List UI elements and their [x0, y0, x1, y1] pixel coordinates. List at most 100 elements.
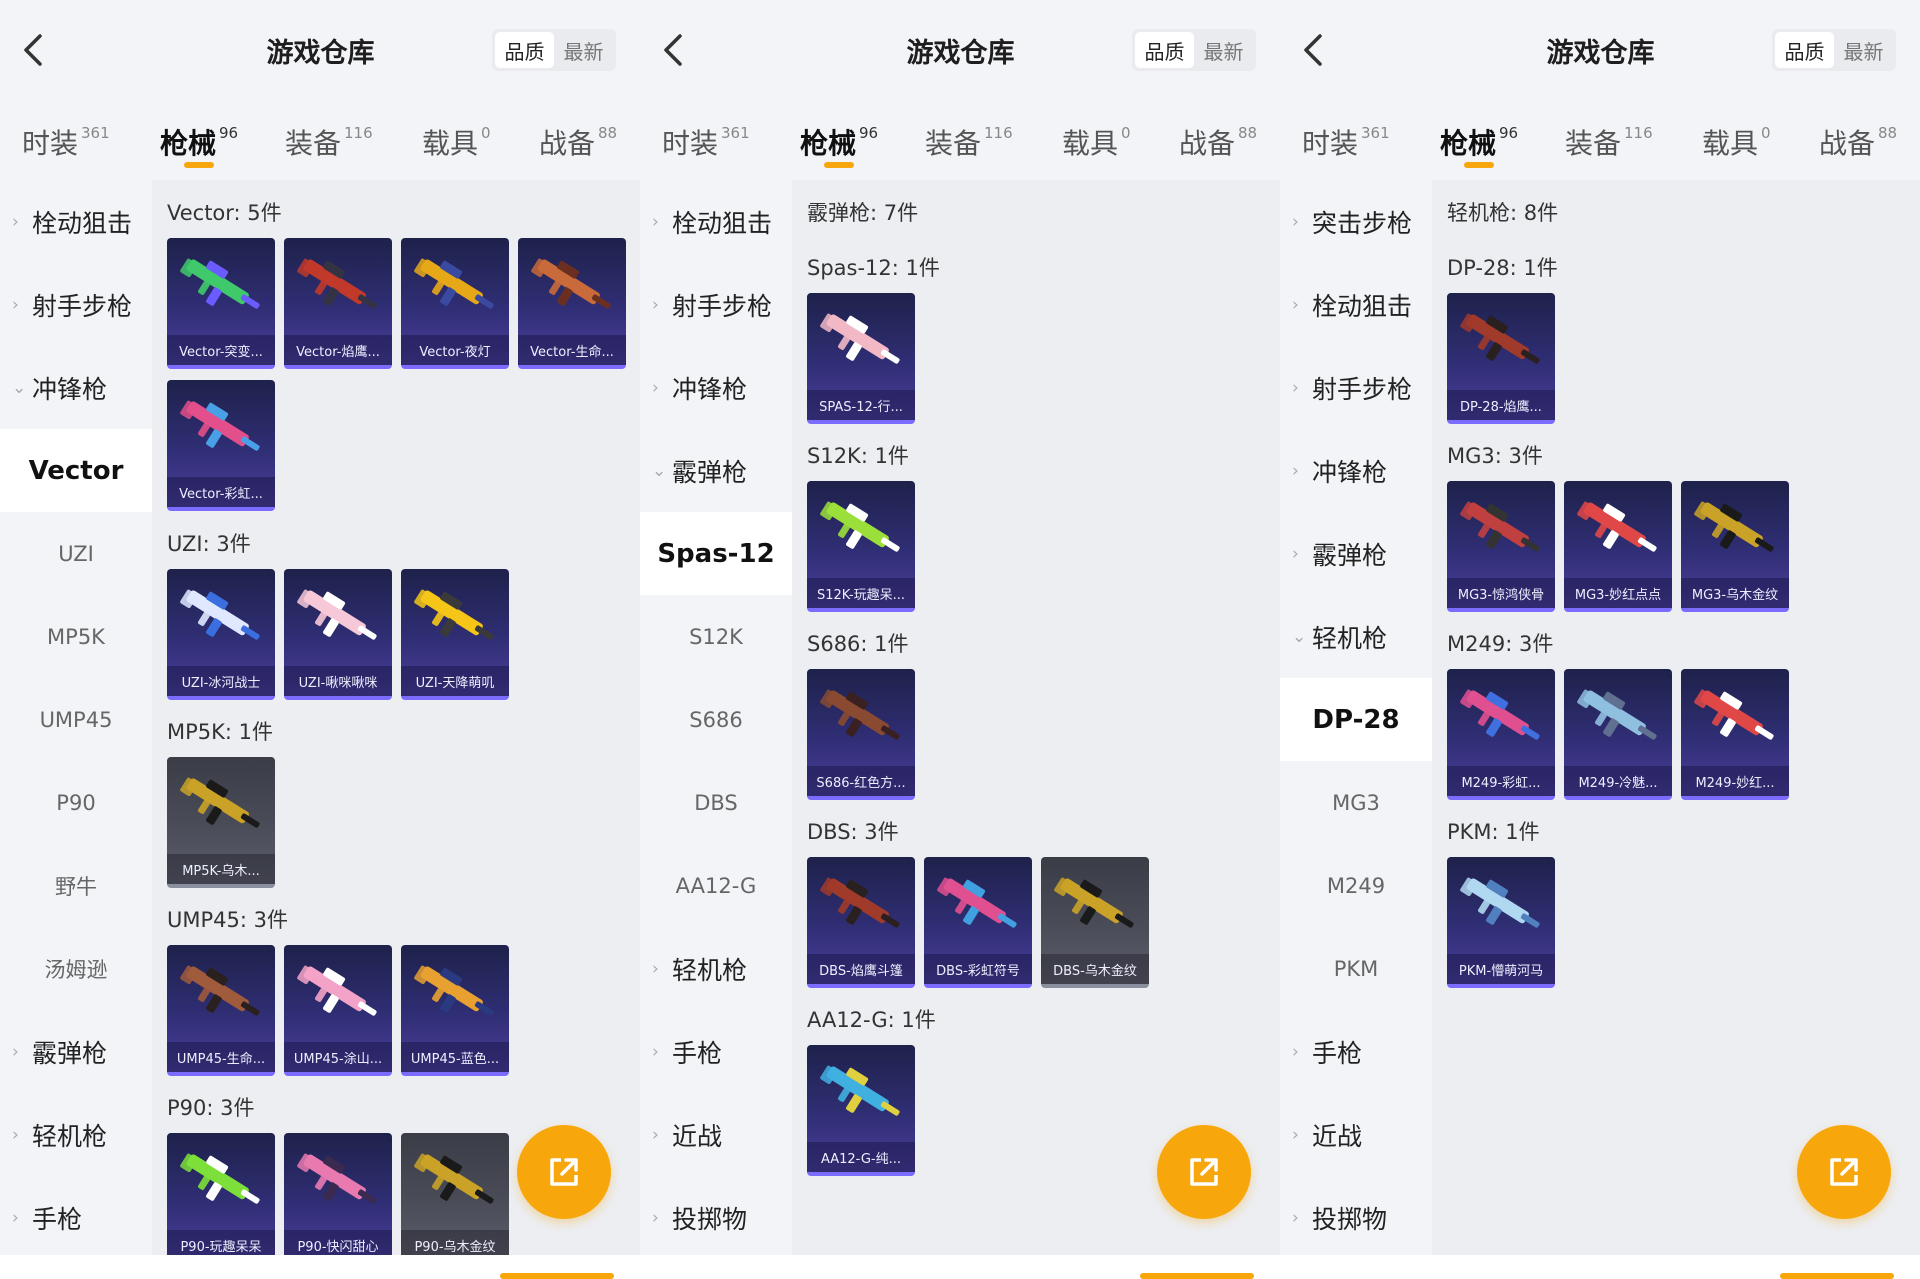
tab-guns[interactable]: 枪械 96	[1440, 122, 1518, 162]
sidebar-item-throwable[interactable]: › 投掷物	[640, 1176, 792, 1259]
item-card[interactable]: P90-快闪甜心	[284, 1133, 392, 1255]
sidebar-item-bolt-sniper[interactable]: › 栓动狙击	[640, 180, 792, 263]
sidebar-item-marksman-rifle[interactable]: › 射手步枪	[640, 263, 792, 346]
item-card[interactable]: SPAS-12-行...	[807, 293, 915, 424]
sidebar-item-pkm[interactable]: PKM	[1280, 927, 1432, 1010]
sidebar-item-vector[interactable]: Vector	[0, 429, 152, 512]
item-card[interactable]: DP-28-焰鹰...	[1447, 293, 1555, 424]
sidebar-item-label: 栓动狙击	[672, 208, 773, 238]
item-card[interactable]: PKM-懵萌河马	[1447, 857, 1555, 988]
tab-fashion[interactable]: 时装 361	[1302, 122, 1390, 162]
sidebar-item-p90[interactable]: P90	[0, 761, 152, 844]
item-card[interactable]: Vector-生命...	[518, 238, 626, 369]
sidebar-item-smg[interactable]: › 冲锋枪	[640, 346, 792, 429]
sidebar-item-dp28[interactable]: DP-28	[1280, 678, 1432, 761]
sidebar-item-label: 栓动狙击	[32, 208, 133, 238]
sort-by-quality-button[interactable]: 品质	[1775, 32, 1834, 68]
tab-supplies[interactable]: 战备 88	[1819, 122, 1897, 162]
item-card[interactable]: UMP45-生命...	[167, 945, 275, 1076]
sidebar-item-marksman-rifle[interactable]: › 射手步枪	[0, 263, 152, 346]
item-card[interactable]: Vector-夜灯	[401, 238, 509, 369]
item-card[interactable]: MG3-妙红点点	[1564, 481, 1672, 612]
item-card[interactable]: DBS-焰鹰斗篷	[807, 857, 915, 988]
item-card[interactable]: UZI-啾咪啾咪	[284, 569, 392, 700]
item-card[interactable]: P90-玩趣呆呆	[167, 1133, 275, 1255]
section-header: 轻机枪: 8件	[1447, 201, 1559, 225]
item-card[interactable]: S12K-玩趣呆...	[807, 481, 915, 612]
tab-vehicles[interactable]: 载具 0	[1062, 122, 1131, 162]
item-card[interactable]: UMP45-涂山...	[284, 945, 392, 1076]
tab-fashion[interactable]: 时装 361	[662, 122, 750, 162]
tab-guns[interactable]: 枪械 96	[800, 122, 878, 162]
sidebar-item-mp5k[interactable]: MP5K	[0, 595, 152, 678]
item-card[interactable]: P90-乌木金纹	[401, 1133, 509, 1255]
sidebar-item-aa12g[interactable]: AA12-G	[640, 844, 792, 927]
sidebar-item-marksman-rifle[interactable]: › 射手步枪	[1280, 346, 1432, 429]
tab-count: 116	[1624, 124, 1653, 142]
tab-guns[interactable]: 枪械 96	[160, 122, 238, 162]
sort-by-newest-button[interactable]: 最新	[1834, 32, 1893, 68]
sidebar-item-thompson[interactable]: 汤姆逊	[0, 927, 152, 1010]
sidebar-item-lmg[interactable]: ⌄ 轻机枪	[1280, 595, 1432, 678]
item-card[interactable]: Vector-焰鹰...	[284, 238, 392, 369]
share-button[interactable]	[1157, 1125, 1251, 1219]
sidebar-item-lmg[interactable]: › 轻机枪	[0, 1093, 152, 1176]
sidebar-item-smg[interactable]: › 冲锋枪	[1280, 429, 1432, 512]
sidebar-item-smg[interactable]: ⌄ 冲锋枪	[0, 346, 152, 429]
item-card[interactable]: Vector-突变...	[167, 238, 275, 369]
share-button[interactable]	[517, 1125, 611, 1219]
sidebar-item-uzi[interactable]: UZI	[0, 512, 152, 595]
sidebar-item-s686[interactable]: S686	[640, 678, 792, 761]
sidebar-item-melee[interactable]: › 近战	[1280, 1093, 1432, 1176]
item-card[interactable]: M249-冷魅...	[1564, 669, 1672, 800]
sort-by-newest-button[interactable]: 最新	[1194, 32, 1253, 68]
sidebar-item-m249[interactable]: M249	[1280, 844, 1432, 927]
item-card[interactable]: Vector-彩虹...	[167, 380, 275, 511]
sort-by-quality-button[interactable]: 品质	[495, 32, 554, 68]
sort-by-newest-button[interactable]: 最新	[554, 32, 613, 68]
sidebar-item-ump45[interactable]: UMP45	[0, 678, 152, 761]
item-card[interactable]: UMP45-蓝色...	[401, 945, 509, 1076]
sidebar-item-pistol[interactable]: › 手枪	[640, 1010, 792, 1093]
item-card[interactable]: M249-妙红...	[1681, 669, 1789, 800]
share-button[interactable]	[1797, 1125, 1891, 1219]
item-card[interactable]: AA12-G-纯...	[807, 1045, 915, 1176]
sidebar-item-pistol[interactable]: › 手枪	[1280, 1010, 1432, 1093]
item-card[interactable]: S686-红色方...	[807, 669, 915, 800]
sidebar-item-lmg[interactable]: › 轻机枪	[640, 927, 792, 1010]
item-card[interactable]: MP5K-乌木...	[167, 757, 275, 888]
sidebar-item-dbs[interactable]: DBS	[640, 761, 792, 844]
item-card[interactable]: UZI-天降萌叽	[401, 569, 509, 700]
item-card[interactable]: DBS-彩虹符号	[924, 857, 1032, 988]
sidebar-item-shotgun[interactable]: ⌄ 霰弹枪	[640, 429, 792, 512]
item-card[interactable]: UZI-冰河战士	[167, 569, 275, 700]
item-card[interactable]: M249-彩虹...	[1447, 669, 1555, 800]
tab-vehicles[interactable]: 载具 0	[1702, 122, 1771, 162]
sidebar-item-bolt-sniper[interactable]: › 栓动狙击	[0, 180, 152, 263]
sidebar-item-spas12[interactable]: Spas-12	[640, 512, 792, 595]
sidebar-item-mg3[interactable]: MG3	[1280, 761, 1432, 844]
sidebar-item-assault-rifle[interactable]: › 突击步枪	[1280, 180, 1432, 263]
sidebar-item-shotgun[interactable]: › 霰弹枪	[1280, 512, 1432, 595]
tab-supplies[interactable]: 战备 88	[1179, 122, 1257, 162]
sidebar-item-pistol[interactable]: › 手枪	[0, 1176, 152, 1259]
item-card[interactable]: DBS-乌木金纹	[1041, 857, 1149, 988]
sidebar-item-shotgun[interactable]: › 霰弹枪	[0, 1010, 152, 1093]
sidebar-item-melee[interactable]: › 近战	[640, 1093, 792, 1176]
item-card[interactable]: MG3-乌木金纹	[1681, 481, 1789, 612]
tab-equipment[interactable]: 装备 116	[285, 122, 373, 162]
tab-fashion[interactable]: 时装 361	[22, 122, 110, 162]
sort-by-quality-button[interactable]: 品质	[1135, 32, 1194, 68]
chevron-right-icon: ›	[1292, 211, 1299, 232]
sidebar-item-s12k[interactable]: S12K	[640, 595, 792, 678]
tab-supplies[interactable]: 战备 88	[539, 122, 617, 162]
vector-smg-icon	[531, 258, 611, 309]
tab-equipment[interactable]: 装备 116	[1565, 122, 1653, 162]
sidebar-item-bizon[interactable]: 野牛	[0, 844, 152, 927]
sidebar-item-label: 冲锋枪	[1312, 457, 1388, 487]
tab-vehicles[interactable]: 载具 0	[422, 122, 491, 162]
item-card[interactable]: MG3-惊鸿侠骨	[1447, 481, 1555, 612]
sidebar-item-bolt-sniper[interactable]: › 栓动狙击	[1280, 263, 1432, 346]
sidebar-item-throwable[interactable]: › 投掷物	[1280, 1176, 1432, 1259]
tab-equipment[interactable]: 装备 116	[925, 122, 1013, 162]
